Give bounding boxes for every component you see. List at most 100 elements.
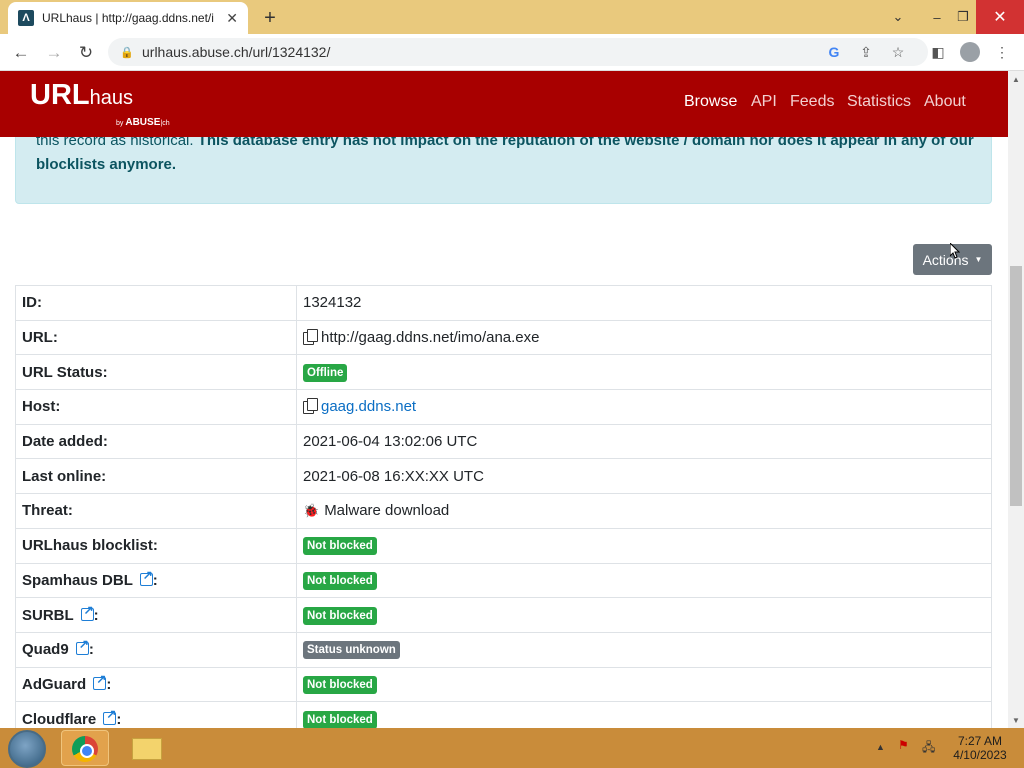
urlhaus-badge: Not blocked [303, 537, 377, 556]
taskbar-chrome[interactable] [61, 730, 109, 766]
scrollbar-thumb[interactable] [1010, 266, 1022, 506]
url-record-table: ID: 1324132 URL: http://gaag.ddns.net/im… [15, 285, 992, 728]
external-link-icon[interactable] [75, 637, 89, 656]
taskbar-explorer[interactable] [123, 730, 171, 766]
lock-icon: 🔒 [120, 46, 134, 59]
logo-url: URL [30, 79, 90, 111]
logo-byline: by ABUSE|ch [116, 117, 170, 128]
folder-icon [132, 738, 162, 760]
urlhaus-logo[interactable]: URLhaus by ABUSE|ch [30, 79, 170, 128]
quad9-badge: Status unknown [303, 641, 400, 660]
tab-search-icon[interactable]: ⌄ [886, 0, 910, 34]
colon: : [152, 571, 158, 589]
last-online-value: 2021-06-08 16:XX:XX UTC [296, 458, 992, 495]
nav-browse[interactable]: Browse [684, 93, 737, 111]
url-cell: http://gaag.ddns.net/imo/ana.exe [296, 319, 992, 356]
colon: : [106, 675, 112, 693]
url-label: URL: [15, 319, 297, 356]
table-row: Last online: 2021-06-08 16:XX:XX UTC [15, 458, 992, 495]
clock-time: 7:27 AM [957, 734, 1003, 748]
nav-api[interactable]: API [751, 93, 777, 111]
external-link-icon[interactable] [93, 672, 106, 690]
forward-arrow-icon[interactable]: → [42, 41, 66, 65]
back-arrow-icon[interactable]: ← [9, 41, 33, 65]
table-row: Date added: 2021-06-04 13:02:06 UTC [15, 423, 992, 460]
address-bar[interactable]: 🔒 urlhaus.abuse.ch/url/1324132/ [108, 38, 928, 66]
page-scrollbar[interactable]: ▲ ▼ [1008, 71, 1024, 728]
restore-button[interactable]: ❐ [952, 0, 974, 34]
show-hidden-icons-icon[interactable]: ▲ [876, 742, 885, 752]
tab-close-icon[interactable]: ✕ [226, 10, 238, 27]
reload-icon[interactable]: ↻ [74, 41, 98, 65]
scroll-down-icon[interactable]: ▼ [1008, 712, 1024, 728]
nav-about[interactable]: About [924, 93, 966, 111]
surbl-label: SURBL [22, 606, 74, 624]
logo-abuse: ABUSE [125, 117, 161, 128]
quad9-cell: Status unknown [296, 631, 992, 668]
status-label: URL Status: [15, 354, 297, 391]
table-row: Quad9 : Status unknown [15, 631, 992, 668]
adguard-badge: Not blocked [303, 675, 377, 694]
table-row: AdGuard : Not blocked [15, 666, 992, 703]
threat-value: Malware download [324, 502, 450, 520]
host-label: Host: [15, 389, 297, 425]
table-row: Cloudflare : Not blocked [15, 701, 992, 728]
table-row: URLhaus blocklist: Not blocked [15, 527, 992, 564]
logo-ch: ch [162, 120, 170, 127]
browser-tabstrip: Λ URLhaus | http://gaag.ddns.net/i ✕ + ⌄… [0, 0, 1024, 34]
copy-host-icon[interactable] [303, 398, 318, 415]
copy-url-icon[interactable] [303, 329, 318, 346]
scroll-up-icon[interactable]: ▲ [1008, 71, 1024, 87]
urlhaus-blocklist-label: URLhaus blocklist: [15, 527, 297, 564]
start-button[interactable] [8, 730, 46, 768]
side-panel-icon[interactable]: ◧ [928, 42, 948, 62]
caret-down-icon: ▼ [974, 255, 983, 264]
id-label: ID: [15, 285, 297, 321]
host-link[interactable]: gaag.ddns.net [321, 398, 416, 415]
new-tab-button[interactable]: + [258, 6, 282, 30]
close-window-button[interactable]: ✕ [976, 0, 1024, 34]
table-row: Host: gaag.ddns.net [15, 389, 992, 425]
address-text: urlhaus.abuse.ch/url/1324132/ [142, 44, 331, 60]
external-link-icon[interactable] [103, 707, 116, 725]
logo-haus: haus [89, 87, 133, 109]
colon: : [93, 606, 99, 624]
bookmark-star-icon[interactable]: ☆ [888, 42, 908, 62]
mouse-cursor-icon [950, 243, 960, 259]
share-icon[interactable]: ⇪ [856, 42, 876, 62]
last-online-label: Last online: [15, 458, 297, 495]
table-row: URL Status: Offline [15, 354, 992, 391]
tab-title: URLhaus | http://gaag.ddns.net/i [42, 11, 214, 25]
menu-dots-icon[interactable]: ⋮ [992, 42, 1012, 62]
status-badge: Offline [303, 363, 348, 382]
cloudflare-cell: Not blocked [296, 701, 992, 728]
minimize-button[interactable]: – [922, 0, 952, 34]
status-cell: Offline [296, 354, 992, 391]
quad9-label: Quad9 [22, 641, 69, 659]
table-row: URL: http://gaag.ddns.net/imo/ana.exe [15, 319, 992, 356]
actions-label: Actions [922, 251, 969, 268]
adguard-cell: Not blocked [296, 666, 992, 703]
external-link-icon[interactable] [139, 568, 153, 586]
system-clock[interactable]: 7:27 AM 4/10/2023 [948, 734, 1012, 762]
profile-icon[interactable] [960, 42, 980, 62]
google-lens-icon[interactable]: G [824, 42, 844, 62]
logo-by: by [116, 120, 124, 127]
urlhaus-favicon-icon: Λ [18, 10, 34, 26]
browser-tab[interactable]: Λ URLhaus | http://gaag.ddns.net/i ✕ [8, 2, 248, 34]
page-viewport: this record as historical. This database… [0, 71, 1008, 728]
table-row: Spamhaus DBL : Not blocked [15, 562, 992, 599]
spamhaus-label: Spamhaus DBL [22, 571, 133, 589]
browser-toolbar: ← → ↻ 🔒 urlhaus.abuse.ch/url/1324132/ G … [0, 34, 1024, 71]
threat-label: Threat: [15, 493, 297, 529]
nav-feeds[interactable]: Feeds [790, 93, 834, 111]
network-icon[interactable]: 🖧 [922, 738, 935, 759]
table-row: SURBL : Not blocked [15, 597, 992, 633]
threat-cell: 🐞 Malware download [296, 493, 992, 529]
nav-statistics[interactable]: Statistics [847, 93, 911, 111]
external-link-icon[interactable] [80, 603, 94, 621]
site-header: URLhaus by ABUSE|ch Browse API Feeds Sta… [0, 71, 1008, 137]
action-center-flag-icon[interactable]: ⚑ [898, 738, 909, 752]
clock-date: 4/10/2023 [953, 748, 1007, 762]
host-cell: gaag.ddns.net [296, 389, 992, 425]
